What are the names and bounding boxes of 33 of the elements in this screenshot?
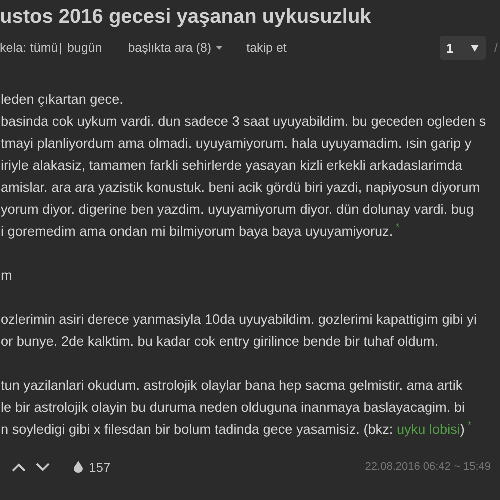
dropdown-arrow-icon [470,44,479,52]
filter-label: kela: [0,41,26,55]
entry-text-line: ozlerimin asiri derece yanmasiyla 10da uyuyabildim. gozlerimi kapattigim gibi yi [1,312,477,327]
entry-text-line: basinda cok uykum vardi. dun sadece 3 saat uyuyabildim. bu geceden ogleden s [1,114,486,129]
caret-icon [216,46,223,50]
entry-text-line: tun yazilanlari okudum. astrolojik olaylar bana hep sacma gelmistir. ama artik [1,378,463,393]
follow-link[interactable]: takip et [246,41,287,55]
favorite-count: 157 [89,460,111,474]
entry-text-line: le bir astrolojik olayin bu duruma neden olduguna inanmaya baslayacagim. bi [1,400,465,415]
filter-link[interactable]: tümü [30,41,58,55]
entry-text-line: yorum diyor. digerine ben yazdim. uyuyamiyorum diyor. dün dolunay vardi. bug [1,202,474,217]
entry-text-line: leden çıkartan gece. [1,92,124,107]
downvote-icon[interactable] [36,462,50,472]
upvote-icon[interactable] [12,462,26,472]
topic-title: ustos 2016 gecesi yaşanan uykusuzluk [0,5,372,30]
filter-link[interactable]: bugün [67,41,102,55]
filter-separator: | [59,41,62,55]
entry-text-line: amislar. ara ara yazistik konustuk. beni acik gördü biri yazdi, napiyosun diyorum [1,180,480,195]
footnote-link[interactable]: * [396,222,400,232]
search-in-topic-dropdown[interactable]: başlıkta ara (8) [128,41,223,55]
reference-link[interactable]: uyku lobisi [396,422,460,437]
entry-date: 22.08.2016 06:42 ~ 15:49 [365,461,491,473]
footnote-link[interactable]: * [468,420,472,430]
page-separator: / [494,41,498,55]
drop-icon[interactable] [74,461,83,473]
entry-text: ) [460,422,465,437]
entry-text-line: tmayi planliyordum ama olmadi. uyuyamiyorum. hala uyuyamadim. ısin garip y [1,136,472,151]
page-select[interactable]: 1 [440,36,486,60]
entry-text-line: m [1,268,12,283]
entry-text-line: iriyle alakasiz, tamamen farkli sehirlerde yasayan kizli erkekli arkadaslarimda [1,158,463,173]
entry-text-line: or bunye. 2de kalktim. bu kadar cok entry girilince bende bir tuhaf oldum. [1,334,439,349]
entry-text-line: n soyledigi gibi x filesdan bir bolum tadinda gece yasamisiz. (bkz: [1,422,394,437]
entry-text-line: i goremedim ama ondan mi bilmiyorum baya baya uyuyamiyoruz. [1,224,394,239]
